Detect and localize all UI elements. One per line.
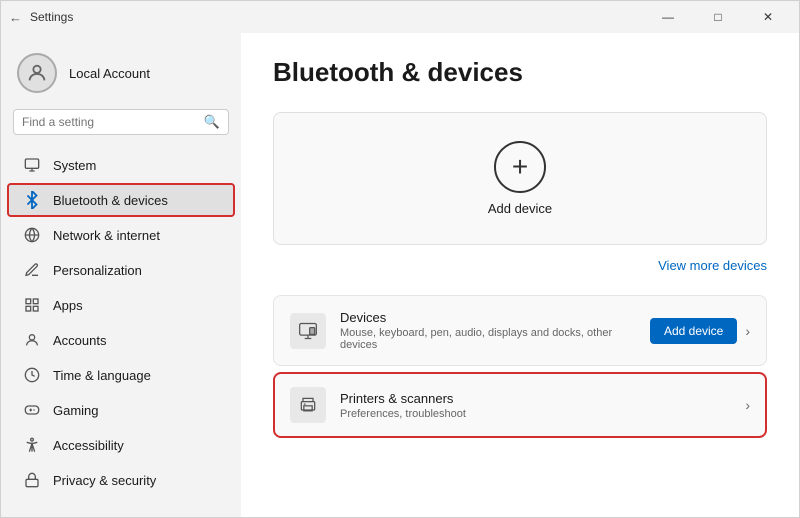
printers-row-title: Printers & scanners xyxy=(340,391,731,406)
minimize-button[interactable]: — xyxy=(645,1,691,33)
printers-chevron-icon: › xyxy=(745,397,750,413)
user-section: Local Account xyxy=(1,41,241,109)
devices-row-subtitle: Mouse, keyboard, pen, audio, displays an… xyxy=(340,327,636,351)
sidebar-item-apps-label: Apps xyxy=(53,298,83,313)
view-more-link[interactable]: View more devices xyxy=(658,258,767,273)
add-device-card[interactable]: + Add device xyxy=(273,112,767,245)
sidebar-item-accessibility-label: Accessibility xyxy=(53,438,124,453)
page-title: Bluetooth & devices xyxy=(273,57,767,88)
avatar xyxy=(17,53,57,93)
sidebar-item-privacy-label: Privacy & security xyxy=(53,473,156,488)
main-panel: Bluetooth & devices + Add device View mo… xyxy=(241,33,799,517)
printers-row-text: Printers & scanners Preferences, trouble… xyxy=(340,391,731,420)
sidebar-item-accessibility[interactable]: Accessibility xyxy=(7,428,235,462)
title-bar-left: ← Settings xyxy=(9,10,73,25)
devices-add-button[interactable]: Add device xyxy=(650,318,737,344)
window-title: Settings xyxy=(30,10,73,24)
bluetooth-icon xyxy=(23,191,41,209)
sidebar-item-network[interactable]: Network & internet xyxy=(7,218,235,252)
sidebar-item-time[interactable]: Time & language xyxy=(7,358,235,392)
sidebar-item-time-label: Time & language xyxy=(53,368,151,383)
title-bar: ← Settings — □ ✕ xyxy=(1,1,799,33)
sidebar-item-gaming-label: Gaming xyxy=(53,403,99,418)
nav-list: System Bluetooth & devices Network & int… xyxy=(1,147,241,498)
devices-row[interactable]: Devices Mouse, keyboard, pen, audio, dis… xyxy=(273,295,767,366)
privacy-icon xyxy=(23,471,41,489)
add-device-icon: + xyxy=(494,141,546,193)
printers-row-actions: › xyxy=(745,397,750,413)
printers-row-subtitle: Preferences, troubleshoot xyxy=(340,408,731,420)
devices-chevron-icon: › xyxy=(745,323,750,339)
sidebar-item-gaming[interactable]: Gaming xyxy=(7,393,235,427)
search-input[interactable] xyxy=(22,115,198,129)
sidebar-item-bluetooth-label: Bluetooth & devices xyxy=(53,193,168,208)
sidebar-item-personalization-label: Personalization xyxy=(53,263,142,278)
sidebar-item-system-label: System xyxy=(53,158,96,173)
devices-icon xyxy=(290,313,326,349)
sidebar-item-accounts[interactable]: Accounts xyxy=(7,323,235,357)
accounts-icon xyxy=(23,331,41,349)
sidebar-item-network-label: Network & internet xyxy=(53,228,160,243)
sidebar-item-apps[interactable]: Apps xyxy=(7,288,235,322)
add-device-card-label: Add device xyxy=(488,201,552,216)
accessibility-icon xyxy=(23,436,41,454)
personalization-icon xyxy=(23,261,41,279)
time-icon xyxy=(23,366,41,384)
devices-row-actions: Add device › xyxy=(650,318,750,344)
sidebar-item-accounts-label: Accounts xyxy=(53,333,106,348)
printers-icon xyxy=(290,387,326,423)
system-icon xyxy=(23,156,41,174)
apps-icon xyxy=(23,296,41,314)
title-bar-controls: — □ ✕ xyxy=(645,1,791,33)
settings-window: ← Settings — □ ✕ Local Account xyxy=(0,0,800,518)
search-box[interactable]: 🔍 xyxy=(13,109,229,135)
gaming-icon xyxy=(23,401,41,419)
close-button[interactable]: ✕ xyxy=(745,1,791,33)
sidebar-item-personalization[interactable]: Personalization xyxy=(7,253,235,287)
devices-row-text: Devices Mouse, keyboard, pen, audio, dis… xyxy=(340,310,636,351)
network-icon xyxy=(23,226,41,244)
printers-row[interactable]: Printers & scanners Preferences, trouble… xyxy=(273,372,767,438)
sidebar-item-privacy[interactable]: Privacy & security xyxy=(7,463,235,497)
view-more-section: View more devices xyxy=(273,257,767,275)
search-icon: 🔍 xyxy=(204,114,220,130)
user-name: Local Account xyxy=(69,66,150,81)
devices-row-title: Devices xyxy=(340,310,636,325)
sidebar-item-system[interactable]: System xyxy=(7,148,235,182)
maximize-button[interactable]: □ xyxy=(695,1,741,33)
sidebar-item-bluetooth[interactable]: Bluetooth & devices xyxy=(7,183,235,217)
main-content: Local Account 🔍 System xyxy=(1,33,799,517)
sidebar: Local Account 🔍 System xyxy=(1,33,241,517)
